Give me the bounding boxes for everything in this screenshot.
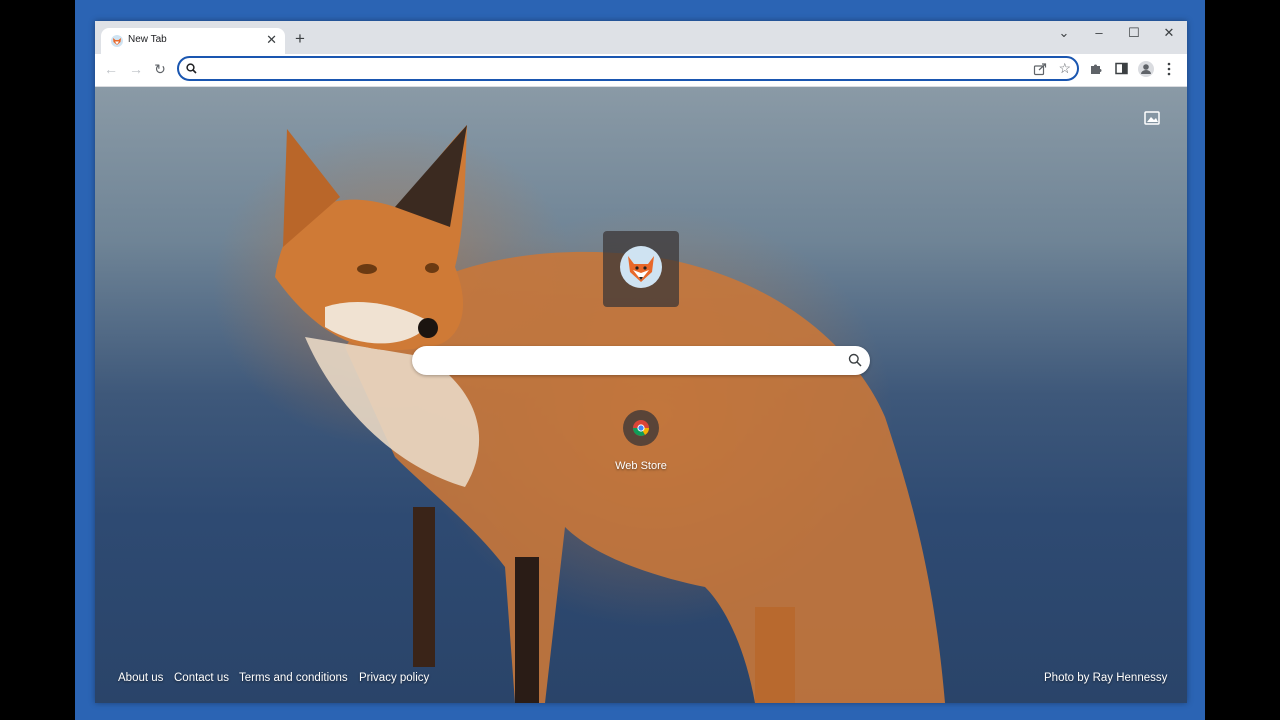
tab-title: New Tab (128, 34, 167, 45)
close-window-icon[interactable]: ✕ (1161, 26, 1177, 40)
search-icon[interactable] (848, 353, 862, 367)
extensions-puzzle-icon[interactable] (1090, 62, 1103, 75)
customize-background-icon[interactable] (1144, 111, 1160, 125)
shortcut-web-store[interactable]: Web Store (600, 408, 682, 472)
address-input[interactable] (205, 60, 1029, 79)
menu-kebab-icon[interactable] (1166, 62, 1172, 76)
browser-window: New Tab ✕ + ⌄ – ☐ ✕ ← → ↻ ☆ Web Store Ab… (95, 21, 1187, 703)
minimize-icon[interactable]: – (1091, 26, 1107, 40)
address-bar[interactable]: ☆ (177, 56, 1079, 81)
fox-logo-icon (620, 246, 662, 288)
share-icon[interactable] (1033, 62, 1047, 76)
photo-credit[interactable]: Photo by Ray Hennessy (1044, 672, 1167, 684)
tab-search-chevron-icon[interactable]: ⌄ (1056, 26, 1072, 40)
reload-icon[interactable]: ↻ (152, 61, 168, 77)
toolbar: ← → ↻ ☆ (95, 54, 1187, 87)
shortcut-label: Web Store (615, 460, 667, 472)
fox-favicon-icon (111, 35, 123, 47)
profile-avatar-icon[interactable] (1138, 61, 1154, 77)
back-arrow-icon[interactable]: ← (103, 61, 119, 77)
maximize-icon[interactable]: ☐ (1126, 26, 1142, 40)
bookmark-star-icon[interactable]: ☆ (1058, 61, 1071, 75)
tab-new-tab[interactable]: New Tab ✕ (101, 28, 285, 54)
footer-link-contact-us[interactable]: Contact us (174, 672, 229, 684)
tab-close-icon[interactable]: ✕ (266, 32, 277, 48)
tab-strip: New Tab ✕ + ⌄ – ☐ ✕ (95, 21, 1187, 54)
new-tab-page: Web Store About us Contact us Terms and … (95, 87, 1187, 703)
forward-arrow-icon[interactable]: → (128, 61, 144, 77)
footer-link-privacy[interactable]: Privacy policy (359, 672, 429, 684)
fox-logo-tile (603, 231, 679, 307)
ntp-search-input[interactable] (426, 351, 840, 372)
search-icon (186, 63, 197, 74)
footer-link-about-us[interactable]: About us (118, 672, 163, 684)
new-tab-plus-icon[interactable]: + (295, 30, 305, 47)
side-panel-icon[interactable] (1115, 62, 1128, 75)
footer-link-terms[interactable]: Terms and conditions (239, 672, 348, 684)
fox-background-photo (275, 125, 945, 703)
ntp-search-box[interactable] (412, 346, 870, 375)
chrome-icon (623, 410, 659, 446)
